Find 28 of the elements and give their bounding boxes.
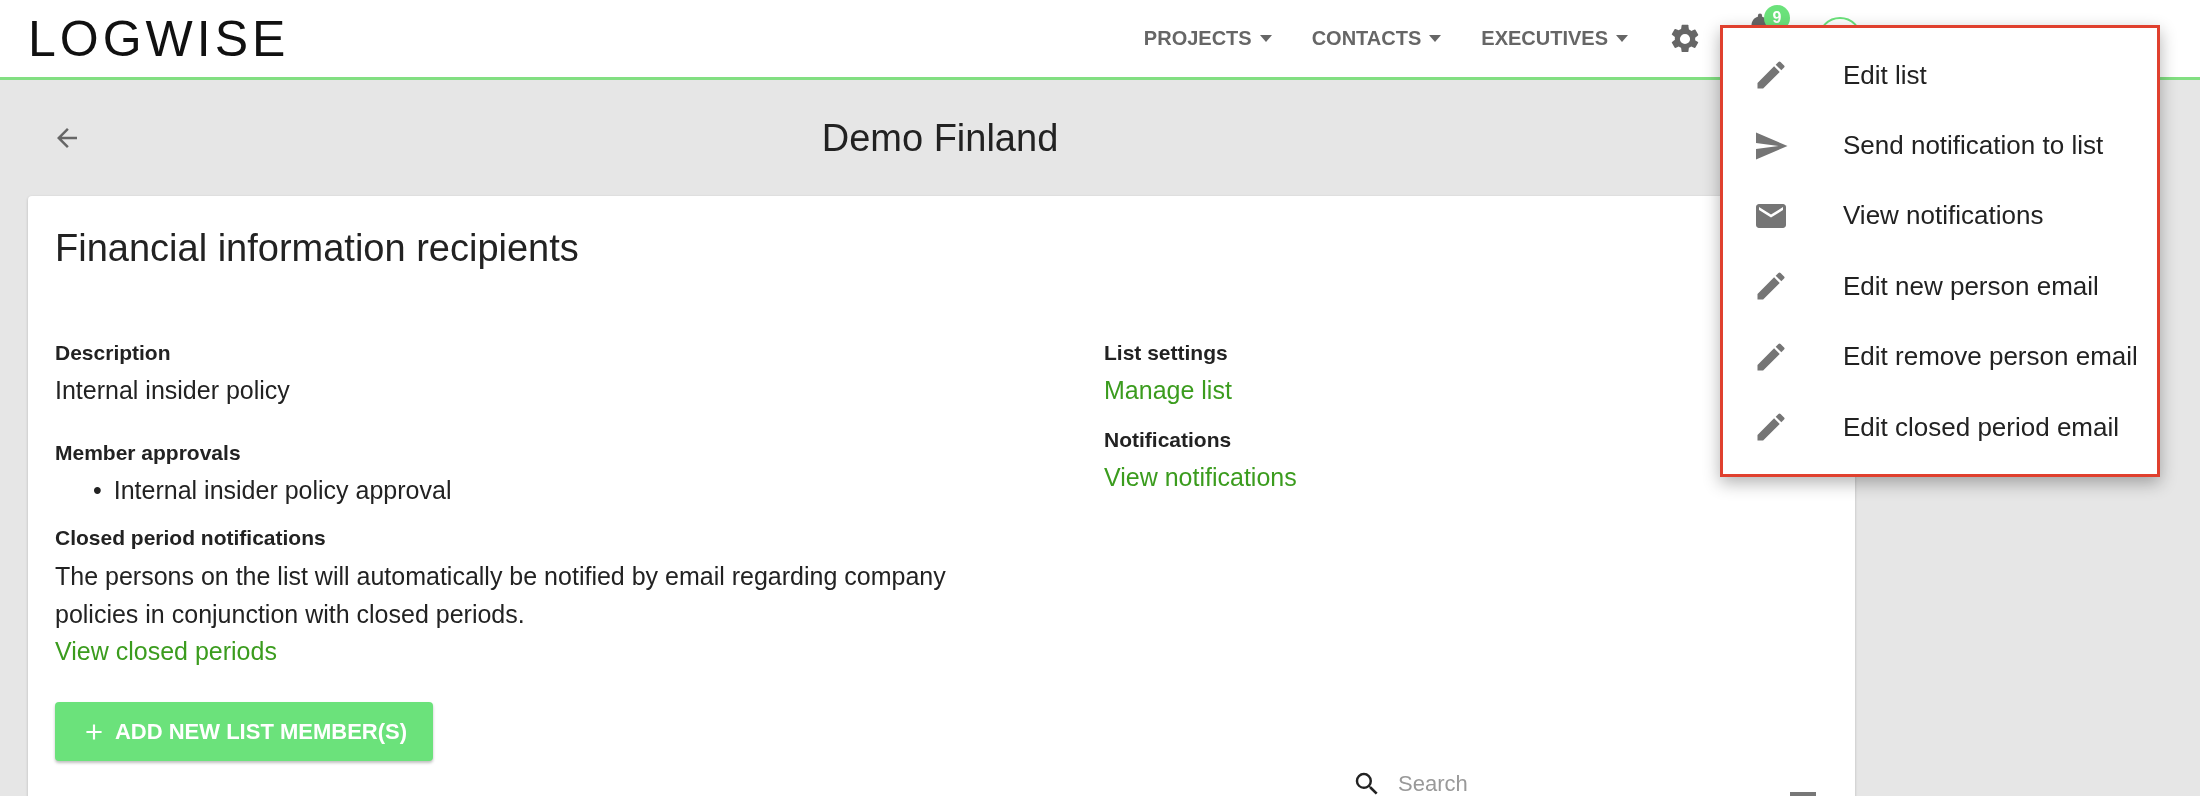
link[interactable]: Manage list [1104, 372, 1232, 408]
field-value: The persons on the list will automatically be notified by email regarding company policies in conjunction with closed periods. [55, 561, 947, 630]
page-title: Demo Finland [821, 116, 1059, 160]
logo[interactable]: LOGWISE [28, 13, 290, 64]
bullet-marker: • [93, 475, 102, 506]
nav-menu[interactable]: PROJECTS [1143, 27, 1272, 50]
field-value: Internal insider policy [55, 375, 291, 406]
caret-icon [1259, 35, 1272, 42]
link[interactable]: View closed periods [55, 633, 277, 669]
nav-menu[interactable]: CONTACTS [1311, 27, 1442, 50]
menu-item[interactable]: Send notification to list [1723, 110, 2157, 181]
menu-item[interactable]: View notifications [1723, 180, 2157, 252]
menu-item[interactable]: Edit new person email [1723, 251, 2157, 322]
link[interactable]: View notifications [1104, 459, 1297, 495]
nav-menu[interactable]: EXECUTIVES [1481, 27, 1628, 50]
card-title: Financial information recipients [55, 226, 580, 271]
field-label: Closed period notifications [55, 526, 326, 550]
caret-icon [1429, 35, 1442, 42]
field-label: Notifications [1104, 428, 1232, 452]
caret-icon [1616, 35, 1628, 42]
field-label: Description [55, 341, 171, 365]
menu-item[interactable]: Edit closed period email [1723, 391, 2157, 463]
field-label: List settings [1104, 341, 1228, 365]
field-label: Member approvals [55, 441, 241, 465]
bullet-item: Internal insider policy approval [113, 475, 452, 506]
menu-item[interactable]: Edit list [1723, 40, 2157, 111]
menu-item[interactable]: Edit remove person email [1723, 321, 2157, 392]
list-icon[interactable] [1790, 791, 1816, 796]
